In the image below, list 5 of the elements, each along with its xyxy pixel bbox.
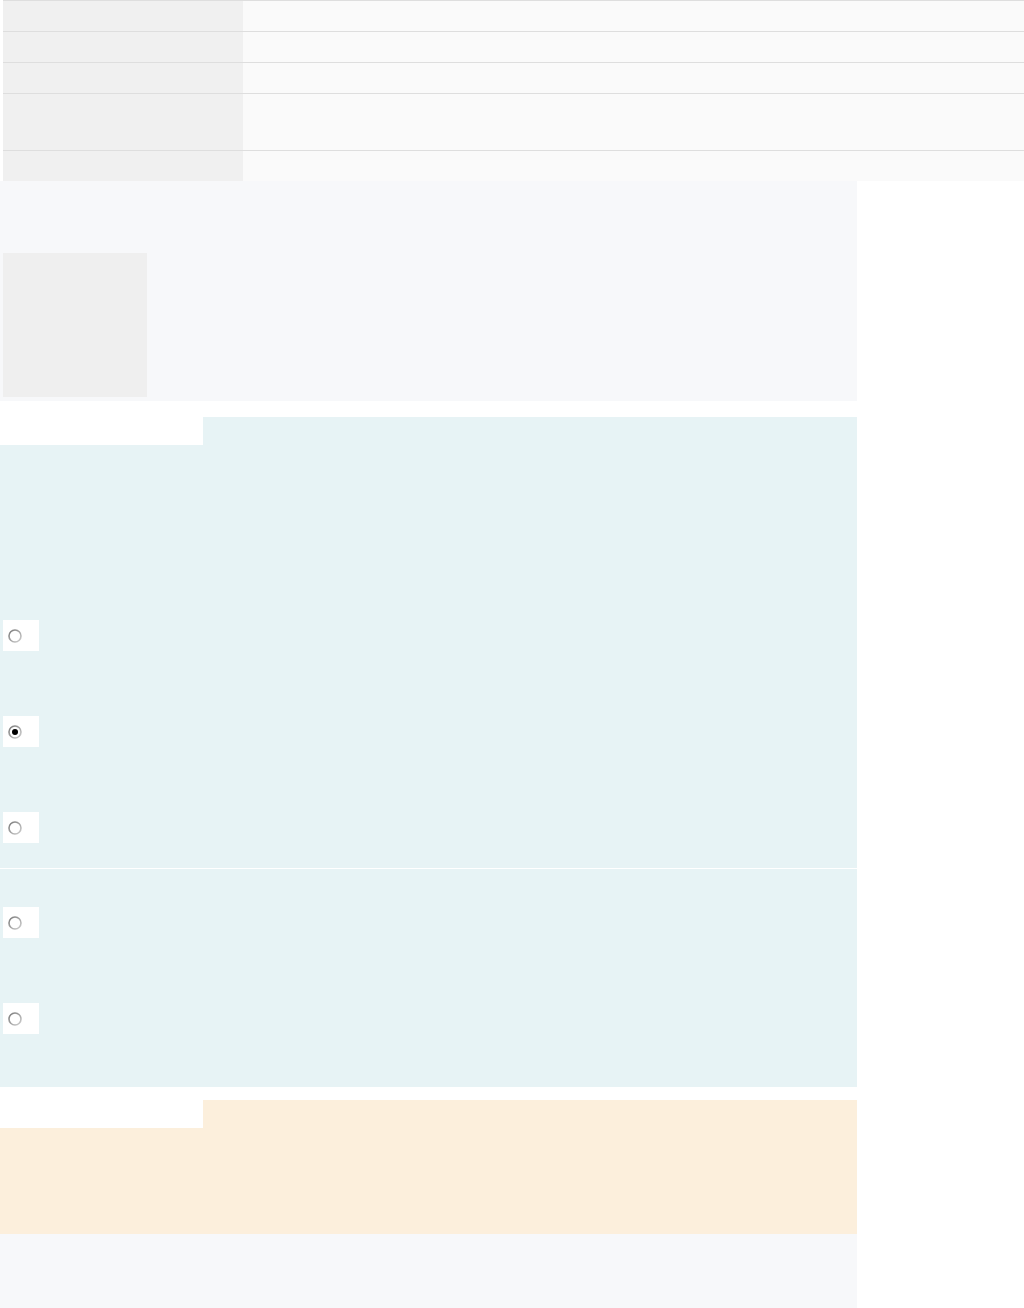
radio-button[interactable] [8, 724, 22, 739]
radio-button[interactable] [8, 1011, 22, 1026]
radio-button[interactable] [8, 820, 22, 835]
radio-button[interactable] [8, 628, 22, 643]
radio-button[interactable] [8, 915, 22, 930]
